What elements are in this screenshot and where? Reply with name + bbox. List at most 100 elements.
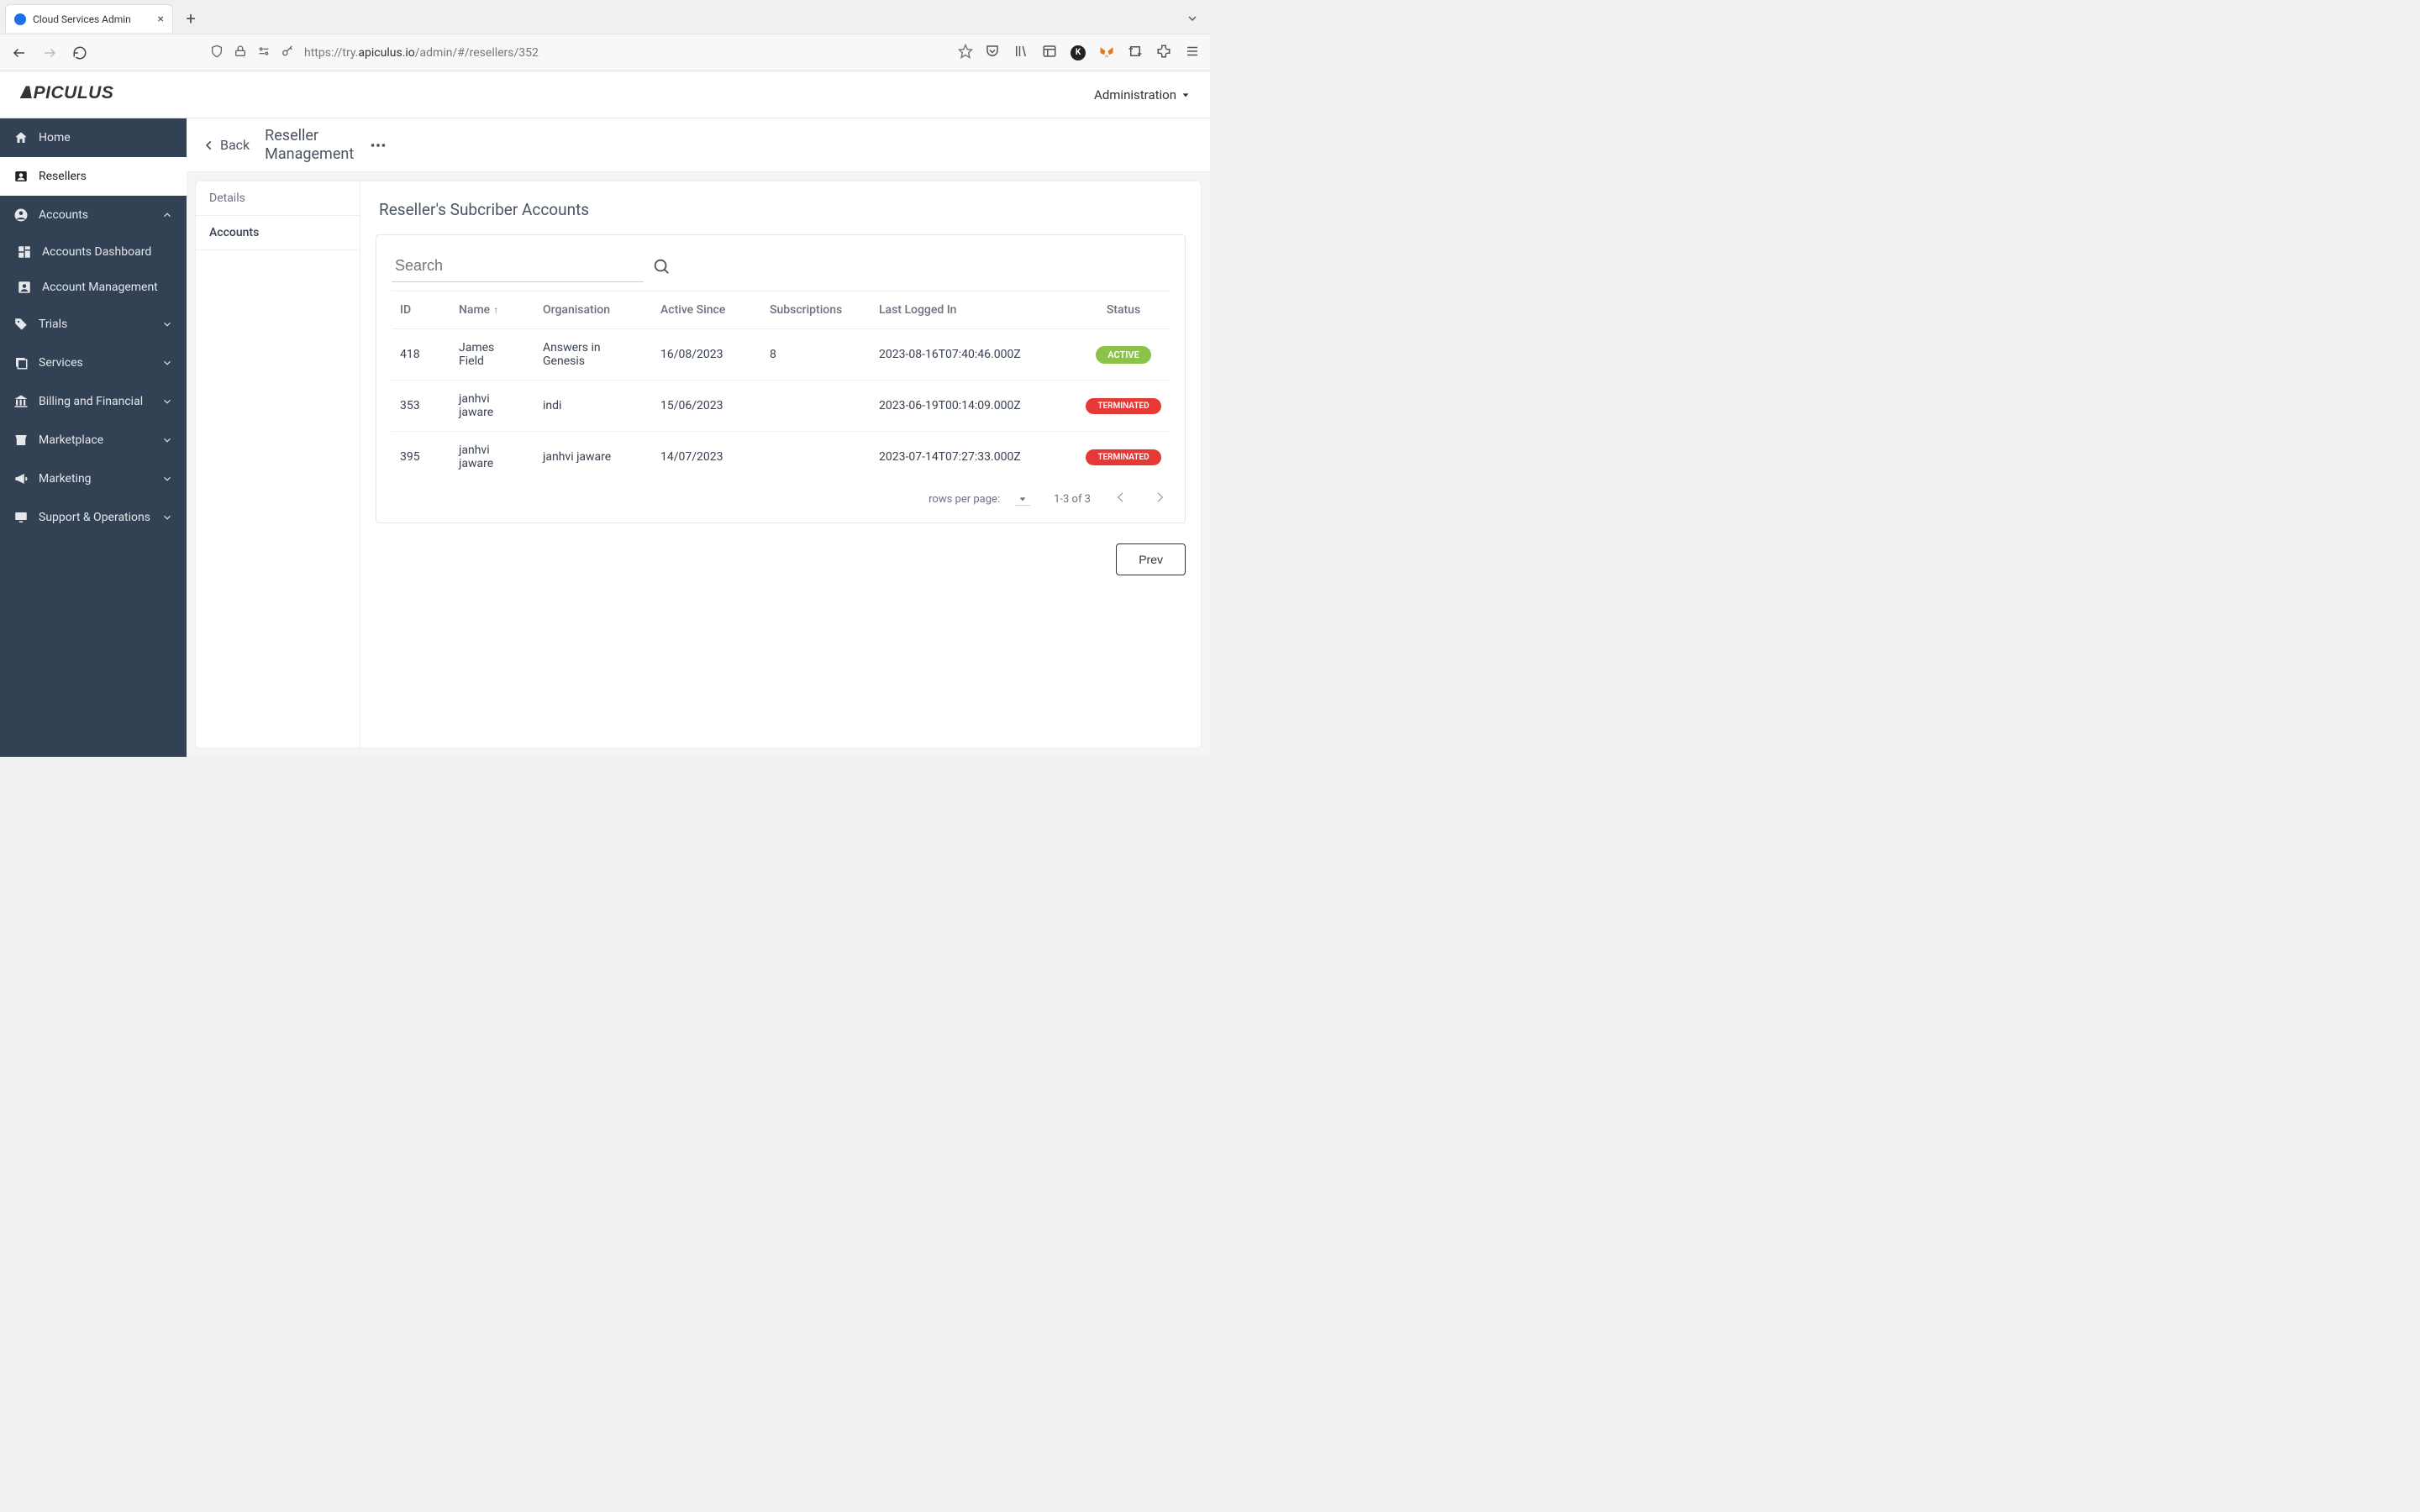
permissions-icon[interactable] [257,45,271,61]
pocket-icon[interactable] [985,44,1000,62]
page-title: Reseller Management [265,127,354,163]
chevron-left-icon [203,139,215,151]
cell-status: ACTIVE [1077,329,1170,381]
col-name[interactable]: Name↑ [450,291,534,329]
bookmark-star-icon[interactable] [958,44,973,62]
sidebar-item-label: Services [39,356,83,370]
cell-organisation: Answers inGenesis [534,329,652,381]
col-last-logged-in[interactable]: Last Logged In [871,291,1077,329]
table-row[interactable]: 418JamesFieldAnswers inGenesis16/08/2023… [392,329,1170,381]
brand-logo[interactable]: APICULUS [20,81,146,108]
col-subscriptions[interactable]: Subscriptions [761,291,871,329]
sidebar-item-label: Support & Operations [39,511,150,524]
sidebar-item-label: Trials [39,318,67,331]
cell-id: 418 [392,329,450,381]
table-row[interactable]: 353janhvijawareindi15/06/20232023-06-19T… [392,381,1170,432]
sidebar-item-services[interactable]: Services [0,344,187,382]
nav-back-button[interactable] [10,44,29,62]
nav-forward-button[interactable] [40,44,59,62]
page-next-button[interactable] [1153,491,1166,507]
subnav: Details Accounts [195,181,360,748]
rows-per-page-select[interactable] [1015,493,1030,506]
back-button[interactable]: Back [203,137,250,153]
cell-active-since: 15/06/2023 [652,381,761,432]
user-circle-icon [13,207,29,223]
more-menu-button[interactable] [369,136,387,155]
url-text[interactable]: https://try.apiculus.io/admin/#/reseller… [304,46,948,60]
sidebar-item-marketplace[interactable]: Marketplace [0,421,187,459]
tab-overflow-button[interactable] [1180,6,1205,31]
col-active-since[interactable]: Active Since [652,291,761,329]
col-id[interactable]: ID [392,291,450,329]
sidebar-item-trials[interactable]: Trials [0,305,187,344]
sidebar-item-support-operations[interactable]: Support & Operations [0,498,187,537]
search-input[interactable] [392,250,644,282]
breadcrumb: Back Reseller Management [187,118,1210,172]
lock-icon[interactable] [234,45,247,61]
extension-fox-icon[interactable] [1099,45,1114,60]
toolbar-extensions: K [985,44,1200,62]
cell-subscriptions [761,381,871,432]
cell-subscriptions: 8 [761,329,871,381]
shield-icon[interactable] [210,45,224,61]
sidebar-item-label: Accounts Dashboard [42,245,151,259]
url-host: apiculus.io [358,46,414,60]
table-footer: rows per page: 1-3 of 3 [392,482,1170,507]
megaphone-icon [13,471,29,486]
status-badge: TERMINATED [1086,449,1160,465]
cell-name: janhvijaware [450,381,534,432]
sidebar-item-label: Billing and Financial [39,395,143,408]
cell-organisation: janhvi jaware [534,432,652,483]
library-icon[interactable] [1013,44,1028,62]
caret-down-icon [1181,91,1190,99]
chevron-down-icon [161,396,173,407]
account-box-icon [17,280,32,295]
sidebar-item-resellers[interactable]: Resellers [0,157,187,196]
home-icon [13,130,29,145]
browser-chrome: Cloud Services Admin × + [0,0,1210,71]
extension-crop-icon[interactable] [1128,44,1143,62]
cell-id: 395 [392,432,450,483]
extension-k-icon[interactable]: K [1071,45,1086,60]
col-name-label: Name [459,303,490,317]
reader-icon[interactable] [1042,44,1057,62]
address-bar[interactable]: https://try.apiculus.io/admin/#/reseller… [101,44,973,62]
browser-tab[interactable]: Cloud Services Admin × [5,4,173,33]
subnav-accounts[interactable]: Accounts [196,216,360,250]
page-prev-button[interactable] [1114,491,1128,507]
cell-subscriptions [761,432,871,483]
sidebar-subitem-accounts-dashboard[interactable]: Accounts Dashboard [0,234,187,270]
table-row[interactable]: 395janhvijawarejanhvi jaware14/07/202320… [392,432,1170,483]
cell-status: TERMINATED [1077,432,1170,483]
sidebar-item-accounts[interactable]: Accounts [0,196,187,234]
pagination-range: 1-3 of 3 [1054,493,1091,506]
nav-reload-button[interactable] [71,44,89,62]
cell-name: janhvijaware [450,432,534,483]
sidebar-item-label: Accounts [39,208,88,222]
tab-title: Cloud Services Admin [33,13,131,25]
sidebar-item-home[interactable]: Home [0,118,187,157]
chevron-down-icon [161,512,173,523]
search-icon[interactable] [652,257,671,276]
cell-status: TERMINATED [1077,381,1170,432]
sidebar-item-billing[interactable]: Billing and Financial [0,382,187,421]
subnav-details[interactable]: Details [196,181,360,216]
key-icon[interactable] [281,45,294,61]
prev-button[interactable]: Prev [1116,543,1186,575]
chevron-down-icon [161,473,173,485]
administration-menu[interactable]: Administration [1094,87,1190,102]
sidebar-subitem-account-management[interactable]: Account Management [0,270,187,305]
dots-horizontal-icon [369,136,387,155]
col-status[interactable]: Status [1077,291,1170,329]
chevron-up-icon [161,209,173,221]
sidebar-item-marketing[interactable]: Marketing [0,459,187,498]
col-organisation[interactable]: Organisation [534,291,652,329]
cell-active-since: 14/07/2023 [652,432,761,483]
panel: Reseller's Subcriber Accounts ID [360,181,1202,748]
hamburger-menu-icon[interactable] [1185,44,1200,62]
close-tab-icon[interactable]: × [158,13,164,26]
sidebar-item-label: Resellers [39,170,87,183]
new-tab-button[interactable]: + [178,6,203,31]
sidebar-item-label: Home [39,131,71,144]
extensions-icon[interactable] [1156,44,1171,62]
